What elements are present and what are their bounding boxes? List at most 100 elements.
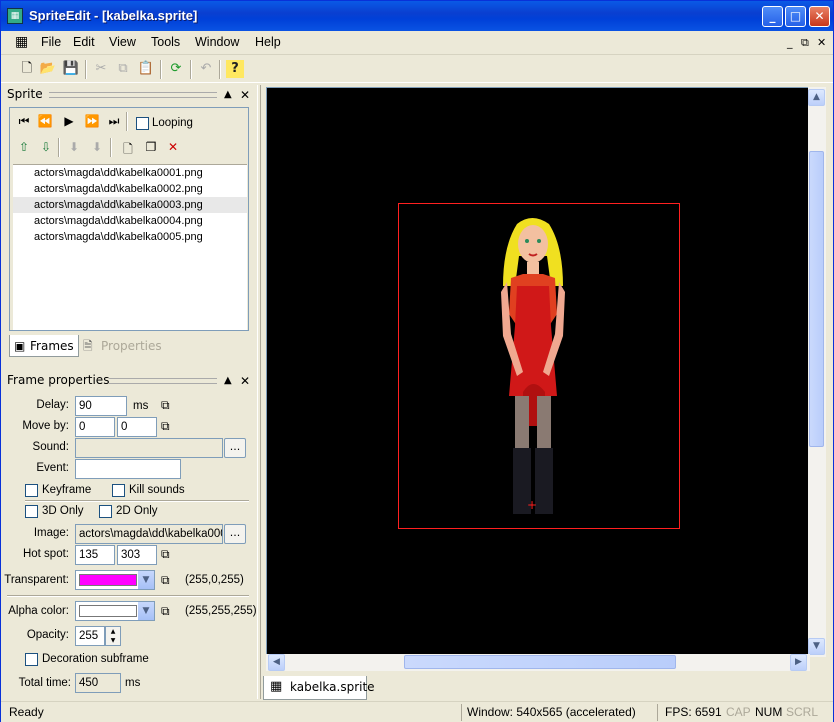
hotspot-y-input[interactable]: 303 bbox=[117, 545, 157, 565]
horizontal-scroll-thumb[interactable] bbox=[404, 655, 676, 669]
chevron-down-icon[interactable]: ▼ bbox=[137, 571, 154, 589]
sound-label: Sound: bbox=[32, 441, 69, 453]
sprite-panel-grip[interactable] bbox=[49, 92, 217, 98]
panel-pin-icon[interactable]: ▲ bbox=[224, 375, 232, 386]
prev-frame-icon[interactable]: ⏪ bbox=[37, 114, 53, 128]
mdi-minimize-icon[interactable]: _ bbox=[787, 36, 793, 49]
sprite-panel: ⏮ ⏪ ▶ ⏩ ⏭ Looping ⇧ ⇩ ⬇ ⬇ 🗋 ❐ ✕ actors\m… bbox=[9, 107, 249, 331]
tab-properties[interactable]: 🗎 Properties bbox=[81, 335, 162, 357]
refresh-icon[interactable]: ⟳ bbox=[167, 60, 185, 78]
copy-transparent-icon[interactable]: ⧉ bbox=[161, 573, 175, 587]
moveby-y-input[interactable]: 0 bbox=[117, 417, 157, 437]
sprite-canvas[interactable]: + bbox=[266, 87, 810, 657]
looping-checkbox[interactable] bbox=[136, 117, 149, 130]
undo-icon[interactable]: ↶ bbox=[197, 60, 215, 78]
document-tab[interactable]: ▦ kabelka.sprite bbox=[263, 676, 375, 700]
menu-help[interactable]: Help bbox=[255, 35, 281, 49]
maximize-button[interactable]: □ bbox=[785, 6, 806, 27]
insert-before-icon[interactable]: ⬇ bbox=[66, 140, 82, 154]
list-item[interactable]: actors\magda\dd\kabelka0001.png bbox=[13, 165, 247, 181]
alpha-swatch bbox=[79, 605, 137, 617]
sprite-figure bbox=[501, 218, 565, 514]
app-window: ▦ SpriteEdit - [kabelka.sprite] _ □ ✕ ▦ … bbox=[0, 0, 834, 722]
next-frame-icon[interactable]: ⏩ bbox=[84, 114, 100, 128]
duplicate-frame-icon[interactable]: ❐ bbox=[143, 140, 159, 154]
separator bbox=[7, 595, 249, 597]
panel-pin-icon[interactable]: ▲ bbox=[224, 89, 232, 100]
document-film-icon[interactable]: ▦ bbox=[15, 34, 28, 50]
moveby-x-input[interactable]: 0 bbox=[75, 417, 115, 437]
event-input[interactable] bbox=[75, 459, 181, 479]
toolbar-separator bbox=[190, 60, 192, 79]
paste-icon[interactable]: 📋 bbox=[137, 60, 155, 78]
horizontal-scrollbar[interactable]: ◀ ▶ bbox=[266, 654, 810, 671]
copy-delay-icon[interactable]: ⧉ bbox=[161, 398, 175, 412]
chevron-down-icon[interactable]: ▼ bbox=[137, 602, 154, 620]
film-icon[interactable]: ▦ bbox=[7, 8, 23, 24]
first-frame-icon[interactable]: ⏮ bbox=[16, 114, 32, 129]
menu-window[interactable]: Window bbox=[195, 35, 239, 49]
transparent-color-picker[interactable]: ▼ bbox=[75, 570, 155, 590]
opacity-spinner[interactable]: ▲ ▼ bbox=[105, 626, 121, 646]
separator bbox=[58, 138, 60, 157]
insert-after-icon[interactable]: ⬇ bbox=[89, 140, 105, 154]
close-button[interactable]: ✕ bbox=[809, 6, 830, 27]
scroll-right-icon[interactable]: ▶ bbox=[790, 654, 807, 671]
2d-only-label: 2D Only bbox=[116, 505, 158, 517]
decoration-checkbox[interactable] bbox=[25, 653, 38, 666]
play-icon[interactable]: ▶ bbox=[61, 114, 77, 128]
menu-edit[interactable]: Edit bbox=[73, 35, 95, 49]
help-icon[interactable]: ? bbox=[226, 60, 244, 78]
image-input[interactable]: actors\magda\dd\kabelka0003.png bbox=[75, 524, 223, 544]
frame-props-grip[interactable] bbox=[109, 378, 217, 384]
save-icon[interactable]: 💾 bbox=[62, 60, 80, 78]
status-num: NUM bbox=[755, 705, 783, 719]
menu-tools[interactable]: Tools bbox=[151, 35, 180, 49]
copy-alpha-icon[interactable]: ⧉ bbox=[161, 604, 175, 618]
keyframe-checkbox[interactable] bbox=[25, 484, 38, 497]
panel-close-icon[interactable]: ✕ bbox=[240, 374, 250, 388]
list-item[interactable]: actors\magda\dd\kabelka0002.png bbox=[13, 181, 247, 197]
3d-only-checkbox[interactable] bbox=[25, 505, 38, 518]
cut-icon[interactable]: ✂ bbox=[92, 60, 110, 78]
3d-only-label: 3D Only bbox=[42, 505, 84, 517]
title-bar[interactable]: ▦ SpriteEdit - [kabelka.sprite] _ □ ✕ bbox=[1, 1, 833, 31]
move-down-icon[interactable]: ⇩ bbox=[38, 140, 54, 154]
mdi-close-icon[interactable]: ✕ bbox=[817, 36, 826, 49]
kill-sounds-checkbox[interactable] bbox=[112, 484, 125, 497]
vertical-scrollbar[interactable]: ▲ ▼ bbox=[808, 87, 826, 657]
open-folder-icon[interactable]: 📂 bbox=[39, 60, 57, 78]
tab-frames[interactable]: ▣ Frames bbox=[9, 335, 79, 357]
opacity-input[interactable]: 255 bbox=[75, 626, 105, 646]
image-browse-button[interactable]: ... bbox=[224, 524, 246, 544]
copy-icon[interactable]: ⧉ bbox=[114, 60, 132, 78]
move-up-icon[interactable]: ⇧ bbox=[16, 140, 32, 154]
panel-splitter[interactable] bbox=[257, 85, 261, 699]
panel-close-icon[interactable]: ✕ bbox=[240, 88, 250, 102]
list-item[interactable]: actors\magda\dd\kabelka0004.png bbox=[13, 213, 247, 229]
mdi-restore-icon[interactable]: ⧉ bbox=[801, 36, 809, 50]
delete-frame-icon[interactable]: ✕ bbox=[165, 140, 181, 154]
scroll-up-icon[interactable]: ▲ bbox=[808, 89, 825, 106]
new-frame-icon[interactable]: 🗋 bbox=[120, 140, 136, 161]
scroll-down-icon[interactable]: ▼ bbox=[808, 638, 825, 655]
delay-input[interactable]: 90 bbox=[75, 396, 127, 416]
list-item[interactable]: actors\magda\dd\kabelka0005.png bbox=[13, 229, 247, 245]
copy-moveby-icon[interactable]: ⧉ bbox=[161, 419, 175, 433]
new-file-icon[interactable]: 🗋 bbox=[18, 60, 36, 78]
menu-file[interactable]: File bbox=[41, 35, 61, 49]
hotspot-x-input[interactable]: 135 bbox=[75, 545, 115, 565]
toolbar-separator bbox=[219, 60, 221, 79]
menu-view[interactable]: View bbox=[109, 35, 136, 49]
last-frame-icon[interactable]: ⏭ bbox=[106, 114, 122, 129]
list-item[interactable]: actors\magda\dd\kabelka0003.png bbox=[13, 197, 247, 213]
total-time-unit: ms bbox=[125, 677, 141, 689]
2d-only-checkbox[interactable] bbox=[99, 505, 112, 518]
sound-input[interactable] bbox=[75, 438, 223, 458]
scroll-left-icon[interactable]: ◀ bbox=[268, 654, 285, 671]
minimize-button[interactable]: _ bbox=[762, 6, 783, 27]
alpha-color-picker[interactable]: ▼ bbox=[75, 601, 155, 621]
sound-browse-button[interactable]: ... bbox=[224, 438, 246, 458]
vertical-scroll-thumb[interactable] bbox=[809, 151, 824, 447]
copy-hotspot-icon[interactable]: ⧉ bbox=[161, 547, 175, 561]
